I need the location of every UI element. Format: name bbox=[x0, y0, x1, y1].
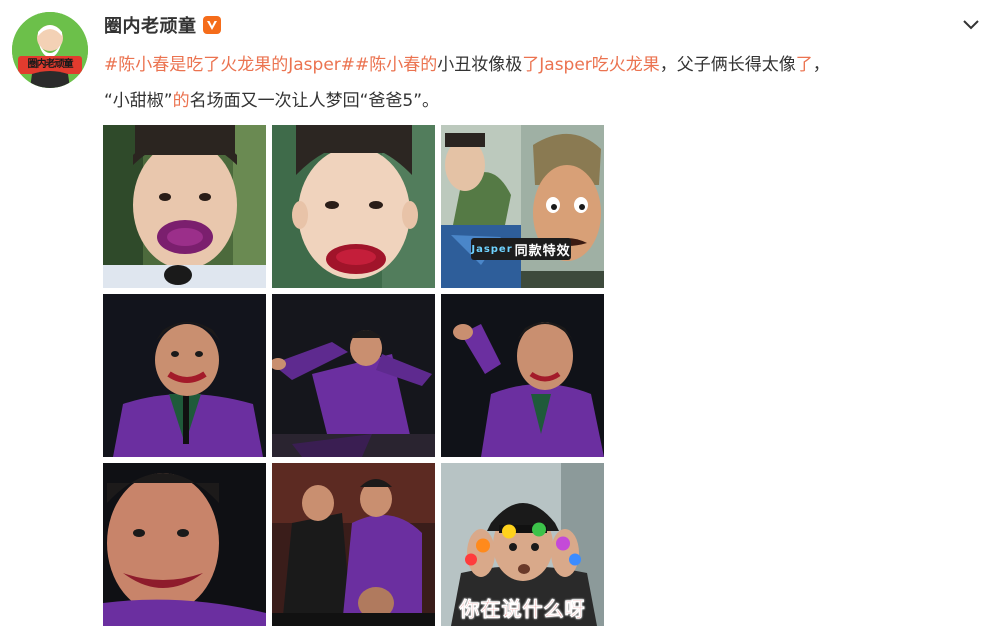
photo-clown-purple-suit-1[interactable] bbox=[103, 294, 266, 457]
hashtag-link[interactable]: #陈小春的 bbox=[355, 55, 437, 75]
text-span: 名场面又一次让人梦回“爸爸5”。 bbox=[189, 91, 440, 111]
hashtag-link[interactable]: #陈小春是吃了火龙果的Jasper# bbox=[104, 55, 355, 75]
text-span: ，父子俩长得太像 bbox=[659, 55, 796, 75]
username[interactable]: 圈内老顽童 bbox=[104, 12, 197, 38]
post-header: 圈内老顽童 bbox=[104, 10, 221, 40]
overlay-caption-name: Jasper bbox=[471, 243, 513, 255]
photo-clown-duo[interactable] bbox=[272, 463, 435, 626]
photo-boy-and-puppet[interactable]: Jasper 同款特效 bbox=[441, 125, 604, 288]
text-span: “小甜椒” bbox=[104, 91, 173, 111]
post-text: #陈小春是吃了火龙果的Jasper##陈小春的小丑妆像极了Jasper吃火龙果，… bbox=[104, 47, 974, 119]
post-text-line-2: “小甜椒”的名场面又一次让人梦回“爸爸5”。 bbox=[104, 83, 974, 119]
photo-clown-closeup[interactable] bbox=[103, 463, 266, 626]
chevron-down-icon[interactable] bbox=[960, 14, 982, 36]
weibo-post: 圈内老顽童 圈内老顽童 #陈小春是吃了火龙果的Jasper##陈小春的小丑妆像极… bbox=[0, 0, 1000, 638]
photo-boy-red-mouth[interactable] bbox=[272, 125, 435, 288]
avatar-illustration bbox=[12, 12, 88, 88]
photo-boy-purple-mouth[interactable] bbox=[103, 125, 266, 288]
overlay-caption-text: 同款特效 bbox=[514, 243, 571, 259]
photo-clown-pointing[interactable] bbox=[441, 294, 604, 457]
overlay-caption: Jasper 同款特效 bbox=[471, 238, 571, 260]
keyword-link[interactable]: 了 bbox=[796, 55, 813, 75]
text-span: ， bbox=[812, 55, 830, 75]
verified-v-icon bbox=[202, 16, 221, 34]
keyword-link[interactable]: 的 bbox=[173, 91, 190, 111]
photo-clown-dance[interactable] bbox=[272, 294, 435, 457]
photo-man-cap-confused[interactable]: 你在说什么呀 bbox=[441, 463, 604, 626]
text-span: 小丑妆像极 bbox=[437, 55, 523, 75]
meme-caption: 你在说什么呀 bbox=[459, 597, 586, 622]
post-text-line-1: #陈小春是吃了火龙果的Jasper##陈小春的小丑妆像极了Jasper吃火龙果，… bbox=[104, 47, 974, 83]
image-grid: Jasper 同款特效 你在说什么呀 bbox=[103, 125, 604, 626]
avatar-label: 圈内老顽童 bbox=[27, 59, 74, 70]
keyword-link[interactable]: 了Jasper吃火龙果 bbox=[522, 55, 660, 75]
avatar[interactable]: 圈内老顽童 bbox=[12, 12, 88, 88]
